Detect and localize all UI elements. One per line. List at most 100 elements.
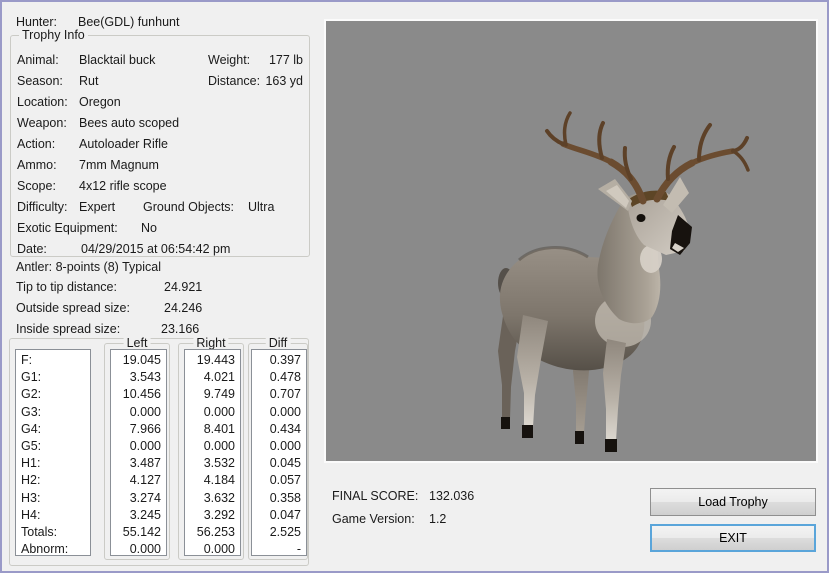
- diff-value: 0.434: [269, 421, 301, 436]
- right-value: 0.000: [203, 438, 235, 453]
- final-score-label: FINAL SCORE:: [332, 489, 419, 503]
- trophy-row-weapon: Weapon: Bees auto scoped: [11, 113, 309, 134]
- trophy-row-ammo: Ammo: 7mm Magnum: [11, 155, 309, 176]
- action-label: Action:: [17, 137, 56, 151]
- right-value: 9.749: [203, 387, 235, 402]
- measure-label: G5:: [21, 438, 42, 453]
- diff-value: 0.707: [269, 387, 301, 402]
- trophy-row-scope: Scope: 4x12 rifle scope: [11, 176, 309, 197]
- outside-spread-label: Outside spread size:: [16, 301, 130, 315]
- diff-value: -: [296, 542, 301, 556]
- game-version-label: Game Version:: [332, 512, 415, 526]
- diff-value: 0.045: [269, 456, 301, 471]
- weapon-label: Weapon:: [17, 116, 67, 130]
- measure-label: G4:: [21, 421, 42, 436]
- exit-button[interactable]: EXIT: [650, 524, 816, 552]
- measure-names-listbox: F: G1: G2: G3: G4: G5: H1: H2: H3: H4: T…: [15, 349, 91, 556]
- inside-spread-value: 23.166: [161, 322, 200, 336]
- outside-spread-value: 24.246: [164, 301, 203, 315]
- game-version-value: 1.2: [429, 512, 447, 526]
- left-value: 10.456: [122, 387, 161, 402]
- right-value: 3.292: [203, 507, 235, 522]
- season-value: Rut: [79, 74, 99, 88]
- right-value: 4.184: [203, 473, 235, 488]
- location-label: Location:: [17, 95, 68, 109]
- trophy-row-animal: Animal: Blacktail buck Weight: 177 lb: [11, 50, 309, 71]
- measure-label: G3:: [21, 404, 42, 419]
- antler-summary: Antler: 8-points (8) Typical: [16, 260, 161, 274]
- trophy-info-title: Trophy Info: [19, 28, 88, 42]
- trophy-row-season: Season: Rut Distance: 163 yd: [11, 71, 309, 92]
- exotic-equipment-label: Exotic Equipment:: [17, 221, 118, 235]
- right-value: 8.401: [203, 421, 235, 436]
- location-value: Oregon: [79, 95, 121, 109]
- date-value: 04/29/2015 at 06:54:42 pm: [81, 242, 231, 256]
- date-label: Date:: [17, 242, 47, 256]
- left-value: 7.966: [129, 421, 161, 436]
- right-value: 56.253: [196, 524, 235, 539]
- measure-label: Totals:: [21, 524, 58, 539]
- diff-value: 0.057: [269, 473, 301, 488]
- tip-to-tip-value: 24.921: [164, 280, 203, 294]
- right-value: 3.632: [203, 490, 235, 505]
- trophy-row-action: Action: Autoloader Rifle: [11, 134, 309, 155]
- difficulty-label: Difficulty:: [17, 200, 68, 214]
- animal-value: Blacktail buck: [79, 53, 156, 67]
- left-value: 19.045: [122, 353, 161, 367]
- diff-value: 0.397: [269, 353, 301, 367]
- right-value: 0.000: [203, 542, 235, 556]
- weight-label: Weight:: [208, 53, 251, 67]
- trophy-viewer-window: Hunter: Bee(GDL) funhunt Trophy Info Ani…: [0, 0, 829, 573]
- left-value: 3.543: [129, 370, 161, 385]
- load-trophy-button[interactable]: Load Trophy: [650, 488, 816, 516]
- diff-value: 0.000: [269, 404, 301, 419]
- ground-objects-value: Ultra: [248, 200, 275, 214]
- diff-values-listbox: 0.397 0.478 0.707 0.000 0.434 0.000 0.04…: [251, 349, 307, 556]
- difficulty-value: Expert: [79, 200, 116, 214]
- left-value: 55.142: [122, 524, 161, 539]
- distance-value: 163 yd: [265, 74, 303, 88]
- weight-value: 177 lb: [268, 53, 303, 67]
- weapon-value: Bees auto scoped: [79, 116, 180, 130]
- scope-label: Scope:: [17, 179, 56, 193]
- scope-value: 4x12 rifle scope: [79, 179, 167, 193]
- left-value: 3.487: [129, 456, 161, 471]
- hunter-value: Bee(GDL) funhunt: [78, 15, 180, 29]
- diff-value: 0.358: [269, 490, 301, 505]
- animal-label: Animal:: [17, 53, 59, 67]
- measure-label: H4:: [21, 507, 41, 522]
- ground-objects-label: Ground Objects:: [143, 200, 235, 214]
- right-value: 0.000: [203, 404, 235, 419]
- measure-label: H1:: [21, 456, 41, 471]
- hunter-label: Hunter:: [16, 15, 57, 29]
- ammo-label: Ammo:: [17, 158, 57, 172]
- right-values-listbox: 19.443 4.021 9.749 0.000 8.401 0.000 3.5…: [184, 349, 241, 556]
- left-value: 3.245: [129, 507, 161, 522]
- season-label: Season:: [17, 74, 63, 88]
- measure-label: H3:: [21, 490, 41, 505]
- measure-label: Abnorm:: [21, 542, 69, 556]
- trophy-row-difficulty: Difficulty: Expert Ground Objects: Ultra: [11, 197, 309, 218]
- measure-label: H2:: [21, 473, 41, 488]
- left-value: 0.000: [129, 404, 161, 419]
- trophy-render-panel: [324, 19, 818, 463]
- left-column-header: Left: [123, 336, 151, 350]
- right-value: 3.532: [203, 456, 235, 471]
- trophy-row-location: Location: Oregon: [11, 92, 309, 113]
- diff-value: 2.525: [269, 524, 301, 539]
- diff-value: 0.478: [269, 370, 301, 385]
- diff-value: 0.000: [269, 438, 301, 453]
- trophy-row-exotic: Exotic Equipment: No: [11, 218, 309, 239]
- exotic-equipment-value: No: [141, 221, 157, 235]
- trophy-row-date: Date: 04/29/2015 at 06:54:42 pm: [11, 239, 309, 260]
- trophy-info-group: Trophy Info Animal: Blacktail buck Weigh…: [10, 28, 310, 260]
- left-value: 0.000: [129, 542, 161, 556]
- diff-value: 0.047: [269, 507, 301, 522]
- action-value: Autoloader Rifle: [79, 137, 168, 151]
- final-score-value: 132.036: [429, 489, 475, 503]
- measure-label: G1:: [21, 370, 42, 385]
- left-value: 0.000: [129, 438, 161, 453]
- left-value: 4.127: [129, 473, 161, 488]
- tip-to-tip-label: Tip to tip distance:: [16, 280, 117, 294]
- inside-spread-label: Inside spread size:: [16, 322, 121, 336]
